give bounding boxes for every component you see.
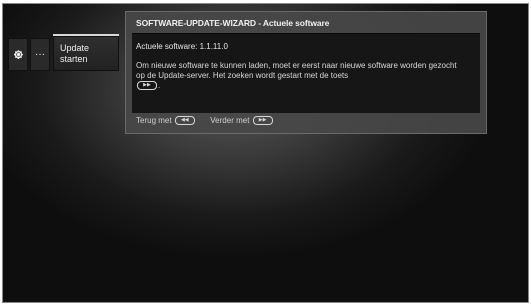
dialog-body-text: Om nieuwe software te kunnen laden, moet… — [136, 61, 466, 91]
body-text-content: Om nieuwe software te kunnen laden, moet… — [136, 61, 457, 80]
update-label-line2: starten — [60, 54, 88, 64]
dialog-body: Actuele software: 1.1.11.0 Om nieuwe sof… — [132, 33, 480, 113]
current-software-version: Actuele software: 1.1.11.0 — [136, 42, 228, 51]
forward-label: Verder met — [210, 116, 250, 125]
fast-forward-key-icon: ▶▶ — [137, 81, 157, 91]
more-tile[interactable]: ··· — [30, 38, 50, 71]
dialog-title: SOFTWARE-UPDATE-WIZARD - Actuele softwar… — [136, 18, 330, 28]
more-label: ··· — [35, 49, 45, 60]
rewind-key-icon[interactable]: ◀◀ — [174, 116, 195, 126]
software-update-dialog: SOFTWARE-UPDATE-WIZARD - Actuele softwar… — [125, 11, 487, 134]
gear-icon — [13, 50, 23, 59]
update-label-line1: Update — [60, 43, 90, 53]
tv-screen: ··· Update starten SOFTWARE-UPDATE-WIZAR… — [2, 3, 529, 303]
dialog-footer: Terug met ◀◀ Verder met ▶▶ — [136, 116, 274, 126]
fast-forward-key-icon[interactable]: ▶▶ — [252, 116, 273, 126]
back-label: Terug met — [136, 116, 172, 125]
update-start-tile[interactable]: Update starten — [53, 36, 119, 71]
body-text-end: . — [158, 81, 161, 90]
settings-tile[interactable] — [8, 38, 28, 71]
